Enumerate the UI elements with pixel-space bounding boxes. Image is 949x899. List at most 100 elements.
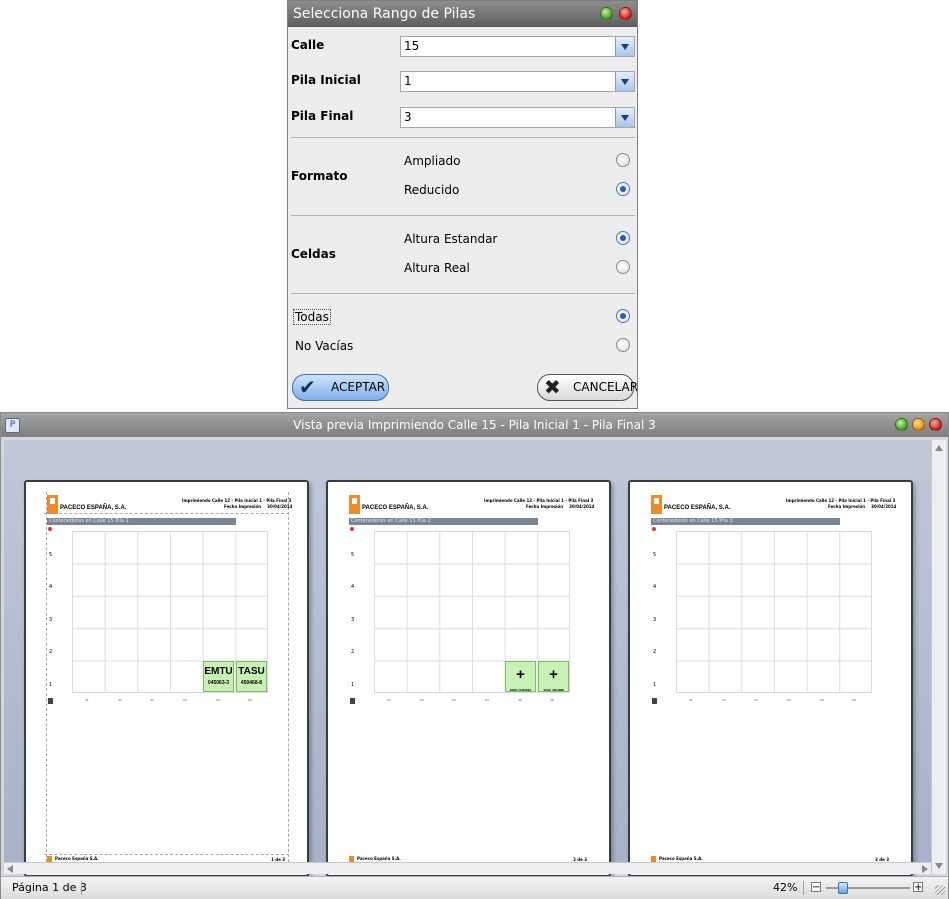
x-label: 05 [216,698,220,702]
container-code: TASU 4504688 [543,688,564,692]
page-header-text: Imprimiendo Calle 12 - Pila Inicial 1 - … [484,498,594,503]
divider [803,881,804,895]
todas-radio[interactable] [616,309,630,323]
calle-label: Calle [291,38,325,52]
chevron-down-icon[interactable] [615,108,634,127]
preview-canvas[interactable]: PACECO ESPAÑA, S.A. Imprimiendo Calle 12… [4,440,931,877]
page-header-date: Fecha Impresión 30/04/2014 [224,504,292,509]
marker-dot [652,527,656,531]
y-label: 5 [653,552,657,558]
section-bar: Contenedores en Calle 15 Pila 3 [651,518,840,525]
plus-icon: + [549,666,558,683]
option-ampliado-label: Ampliado [404,154,461,168]
maximize-button[interactable] [600,7,613,20]
zoom-in-button[interactable]: + [913,882,923,893]
page-indicator: Página 1 de 3 [12,881,87,894]
x-label: 03 [150,698,154,702]
calle-select[interactable]: 15 [400,36,635,57]
pila-inicial-value: 1 [404,74,412,88]
divider [291,293,635,294]
divider [291,137,635,138]
x-label: 04 [787,698,791,702]
minimize-button[interactable] [912,418,925,431]
trash-icon [652,698,657,704]
y-label: 3 [49,617,53,623]
date-label: Fecha Impresión [224,504,262,509]
select-stack-range-dialog: Selecciona Rango de Pilas Calle 15 Pila … [287,0,638,409]
altura-estandar-radio[interactable] [616,231,630,245]
company-logo [651,495,662,514]
dialog-title: Selecciona Rango de Pilas [293,6,476,22]
vertical-scrollbar[interactable] [931,440,946,874]
y-label: 2 [351,649,355,655]
x-label: 05 [518,698,522,702]
no-vacias-radio[interactable] [616,338,630,352]
trash-icon [350,698,355,704]
preview-page[interactable]: PACECO ESPAÑA, S.A. Imprimiendo Calle 12… [326,480,611,877]
cancel-button-label: CANCELAR [573,380,639,394]
page-header-text: Imprimiendo Calle 12 - Pila Inicial 1 - … [786,498,896,503]
x-label: 01 [387,698,391,702]
option-reducido-label: Reducido [404,183,460,197]
celdas-label: Celdas [291,247,336,261]
zoom-level: 42% [773,881,798,894]
accept-button[interactable]: ✔ ACEPTAR [292,374,389,401]
x-label: 05 [820,698,824,702]
scroll-down-icon[interactable] [935,863,943,869]
option-no-vacias-label: No Vacías [295,339,354,353]
plus-icon: + [516,666,525,683]
pila-final-select[interactable]: 3 [400,107,635,128]
close-button[interactable] [929,418,942,431]
y-label: 3 [653,617,657,623]
maximize-button[interactable] [895,418,908,431]
company-name: PACECO ESPAÑA, S.A. [664,505,731,511]
scroll-right-icon[interactable] [922,865,928,873]
preview-title-bar: P Vista previa Imprimiendo Calle 15 - Pi… [1,413,948,437]
zoom-slider-thumb[interactable] [837,882,848,894]
cancel-button[interactable]: ✖ CANCELAR [537,374,638,401]
y-label: 4 [653,584,657,590]
y-label: 1 [49,682,53,688]
scroll-left-icon[interactable] [7,865,13,873]
option-altura-real-label: Altura Real [404,261,470,275]
x-label: 02 [420,698,424,702]
option-todas-label: Todas [293,309,331,325]
accept-button-label: ACEPTAR [331,380,386,394]
chevron-down-icon[interactable] [615,72,634,91]
x-label: 03 [754,698,758,702]
check-icon: ✔ [299,375,316,399]
pila-final-value: 3 [404,110,412,124]
preview-page[interactable]: PACECO ESPAÑA, S.A. Imprimiendo Calle 12… [628,480,913,877]
horizontal-scrollbar[interactable] [4,862,931,874]
date-value: 30/04/2014 [871,504,897,509]
footer-text: Paceco España S.A. [659,856,703,861]
container-cell: + EMTU 0450633 [505,661,536,692]
container-cell: + TASU 4504688 [538,661,569,692]
zoom-out-button[interactable]: − [811,882,821,893]
preview-page[interactable]: PACECO ESPAÑA, S.A. Imprimiendo Calle 12… [24,480,309,877]
close-button[interactable] [619,7,632,20]
y-label: 3 [351,617,355,623]
company-name: PACECO ESPAÑA, S.A. [362,505,429,511]
app-icon[interactable]: P [5,418,20,433]
container-code: EMTU 0450633 [509,688,531,692]
dialog-title-bar: Selecciona Rango de Pilas [288,1,637,27]
y-label: 2 [653,649,657,655]
container-code: TASU [238,666,265,677]
chevron-down-icon[interactable] [615,37,634,56]
x-label: 03 [452,698,456,702]
reducido-radio[interactable] [616,182,630,196]
pila-inicial-select[interactable]: 1 [400,71,635,92]
company-logo [349,495,360,514]
margin-guide [44,513,289,514]
y-label: 1 [653,682,657,688]
ampliado-radio[interactable] [616,153,630,167]
altura-real-radio[interactable] [616,260,630,274]
y-label: 1 [351,682,355,688]
company-name: PACECO ESPAÑA, S.A. [60,505,127,511]
scroll-up-icon[interactable] [935,445,943,451]
container-cell: TASU 450468-8 [236,661,267,692]
section-bar: Contenedores en Calle 15 Pila 2 [349,518,538,525]
resize-grip[interactable] [935,885,945,895]
pila-inicial-row: Pila Inicial 1 [291,71,635,95]
